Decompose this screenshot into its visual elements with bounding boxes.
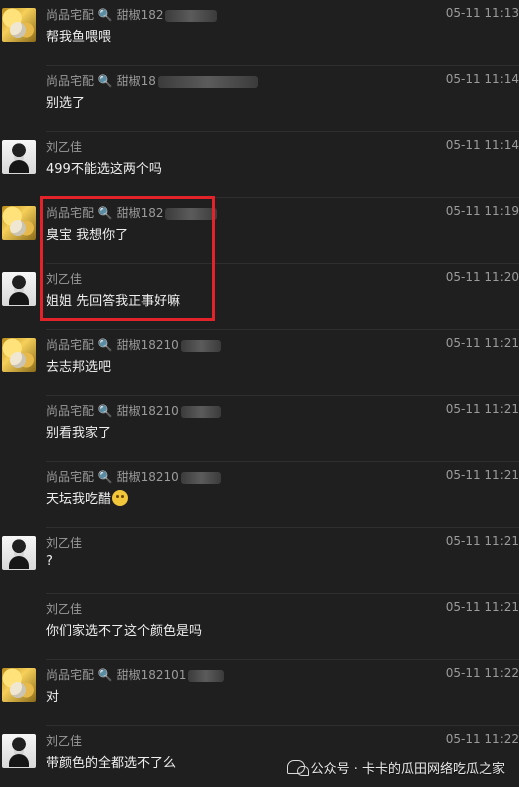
person-avatar-icon[interactable] [2,536,36,570]
sender-name: 刘乙佳 [46,140,83,154]
sender-name: 尚品宅配 🔍 甜椒18210 [46,468,221,485]
message-time: 05-11 11:21 [445,534,519,548]
message-row[interactable]: 尚品宅配 🔍 甜椒18210 05-11 11:21 别看我家了 [0,396,519,462]
message-time: 05-11 11:13 [445,6,519,20]
sender-name: 刘乙佳 [46,536,83,550]
sender-name: 尚品宅配 🔍 甜椒182 [46,204,218,221]
gold-avatar-icon[interactable] [2,8,36,42]
message-text: 臭宝 我想你了 [46,228,129,243]
message-text: 别选了 [46,96,86,111]
message-row[interactable]: 尚品宅配 🔍 甜椒182 05-11 11:13 帮我鱼喂喂 [0,0,519,66]
message-row[interactable]: 刘乙佳 05-11 11:21 ? [0,528,519,594]
chat-list: 尚品宅配 🔍 甜椒182 05-11 11:13 帮我鱼喂喂 尚品宅配 🔍 甜椒… [0,0,519,787]
message-time: 05-11 11:22 [445,666,519,680]
message-time: 05-11 11:14 [445,72,519,86]
message-time: 05-11 11:21 [445,600,519,614]
redaction-blur [165,207,218,220]
message-text: 别看我家了 [46,426,112,441]
sender-name: 尚品宅配 🔍 甜椒18210 [46,336,221,353]
redaction-blur [165,9,218,22]
message-text: 天坛我吃醋 [46,488,129,507]
message-text: 姐姐 先回答我正事好嘛 [46,294,181,309]
message-text: 499不能选这两个吗 [46,162,162,177]
sender-name: 尚品宅配 🔍 甜椒18210 [46,402,221,419]
message-text: ? [46,554,53,569]
message-text: 对 [46,690,60,705]
gold-avatar-icon[interactable] [2,206,36,240]
message-time: 05-11 11:14 [445,138,519,152]
message-time: 05-11 11:20 [445,270,519,284]
redaction-blur [180,471,221,484]
watermark: 公众号 · 卡卡的瓜田网络吃瓜之家 [286,758,505,777]
gold-avatar-icon[interactable] [2,668,36,702]
person-avatar-icon[interactable] [2,140,36,174]
redaction-blur [180,405,221,418]
message-row[interactable]: 尚品宅配 🔍 甜椒182 05-11 11:19 臭宝 我想你了 [0,198,519,264]
message-time: 05-11 11:22 [445,732,519,746]
message-row[interactable]: 刘乙佳 05-11 11:20 姐姐 先回答我正事好嘛 [0,264,519,330]
sender-name: 刘乙佳 [46,734,83,748]
gold-avatar-icon[interactable] [2,338,36,372]
person-avatar-icon[interactable] [2,272,36,306]
laugh-emoji-icon [112,490,129,506]
person-avatar-icon[interactable] [2,734,36,768]
sender-name: 刘乙佳 [46,602,83,616]
message-time: 05-11 11:21 [445,336,519,350]
sender-name: 刘乙佳 [46,272,83,286]
wechat-icon [286,760,309,776]
message-row[interactable]: 刘乙佳 05-11 11:14 499不能选这两个吗 [0,132,519,198]
sender-name: 尚品宅配 🔍 甜椒18 [46,72,258,89]
redaction-blur [188,669,225,682]
sender-name: 尚品宅配 🔍 甜椒182 [46,6,218,23]
message-time: 05-11 11:19 [445,204,519,218]
message-row[interactable]: 尚品宅配 🔍 甜椒18210 05-11 11:21 去志邦选吧 [0,330,519,396]
message-row[interactable]: 刘乙佳 05-11 11:21 你们家选不了这个颜色是吗 [0,594,519,660]
message-text: 带颜色的全都选不了么 [46,756,177,771]
message-time: 05-11 11:21 [445,402,519,416]
message-text: 你们家选不了这个颜色是吗 [46,624,203,639]
message-text: 帮我鱼喂喂 [46,30,112,45]
message-row[interactable]: 尚品宅配 🔍 甜椒182101 05-11 11:22 对 [0,660,519,726]
message-time: 05-11 11:21 [445,468,519,482]
message-row[interactable]: 尚品宅配 🔍 甜椒18 05-11 11:14 别选了 [0,66,519,132]
redaction-blur [157,75,258,88]
sender-name: 尚品宅配 🔍 甜椒182101 [46,666,225,683]
message-row[interactable]: 刘乙佳 05-11 11:22 带颜色的全都选不了么 [0,726,519,787]
redaction-blur [180,339,221,352]
message-text: 去志邦选吧 [46,360,112,375]
message-row[interactable]: 尚品宅配 🔍 甜椒18210 05-11 11:21 天坛我吃醋 [0,462,519,528]
